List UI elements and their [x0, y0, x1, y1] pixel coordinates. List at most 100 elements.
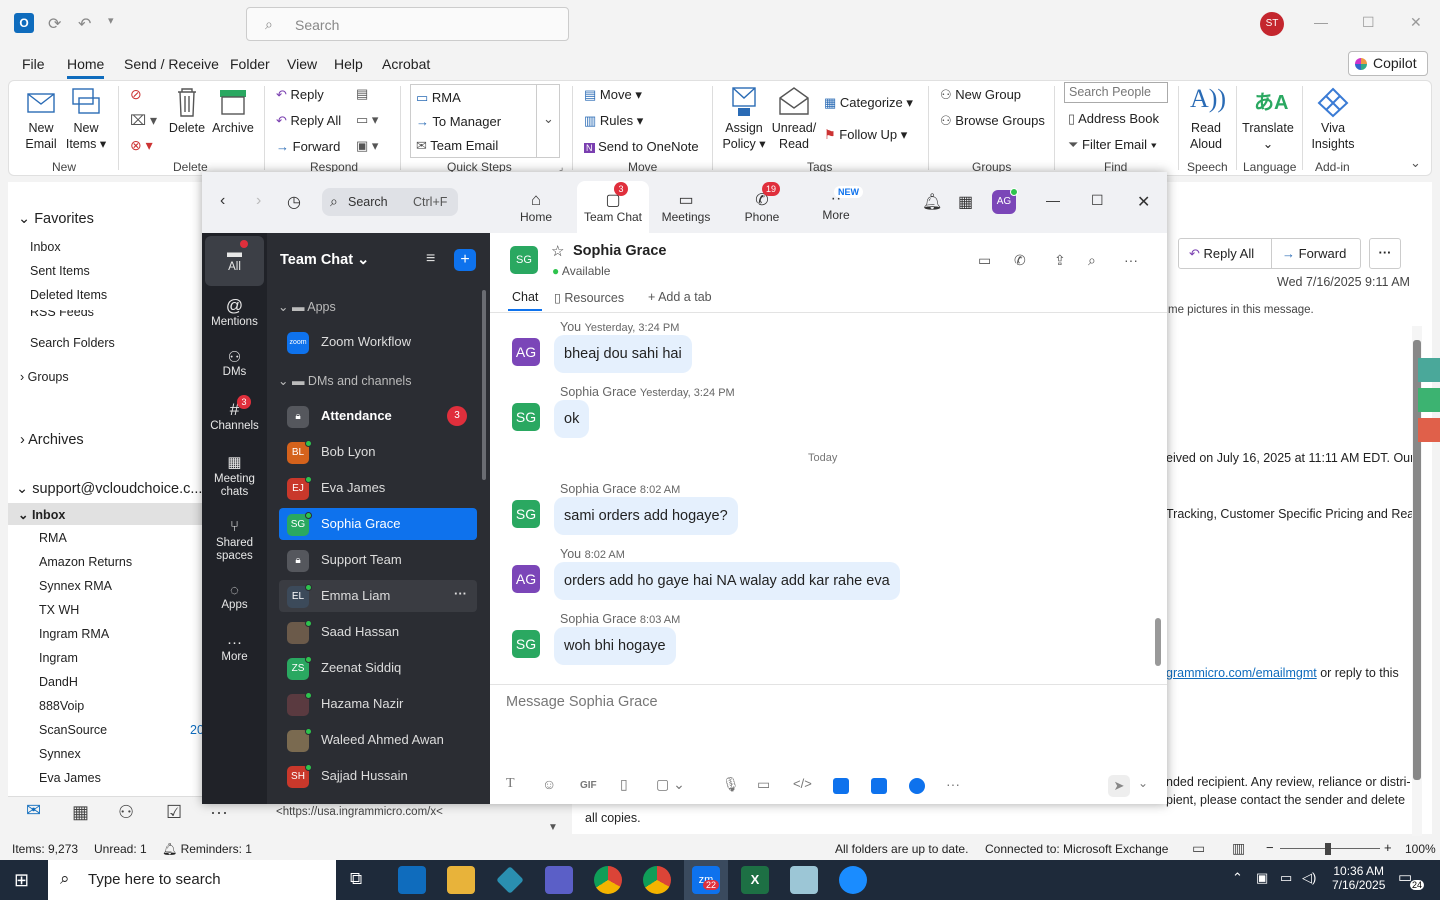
audio-message-icon[interactable]: 🎙︎ [722, 776, 740, 793]
channel-row[interactable]: EJ Eva James [279, 472, 477, 504]
menu-home[interactable]: Home [67, 56, 105, 79]
viva-insights-button[interactable]: Viva Insights [1306, 120, 1360, 152]
app-blue-1-icon[interactable] [833, 778, 849, 794]
unread-read-button[interactable]: Unread/Read [770, 120, 818, 152]
tab-meetings[interactable]: ▭ Meetings [660, 190, 712, 224]
ignore-icon[interactable]: ⊘ [130, 86, 142, 103]
file-icon[interactable]: ▯ [620, 776, 628, 793]
delete-button[interactable]: Delete [167, 120, 207, 136]
task-view-icon[interactable]: ⧉ [350, 869, 362, 889]
channel-row[interactable]: ZS Zeenat Siddiq [279, 652, 477, 684]
tray-app-icon[interactable]: ▣ [1256, 870, 1268, 886]
send-button[interactable]: ➤ [1108, 775, 1130, 797]
reading-reply-all-button[interactable]: ↶ Reply All [1178, 238, 1272, 269]
rules-button[interactable]: ▥ Rules ▾ [584, 113, 643, 129]
filter-lines-icon[interactable]: ≡ [426, 250, 435, 268]
subfolder-item[interactable]: DandH [39, 675, 78, 689]
filter-email-button[interactable]: ⏷ Filter Email ▾ [1068, 137, 1157, 153]
browse-groups-button[interactable]: ⚇ Browse Groups [940, 113, 1045, 129]
new-group-button[interactable]: ⚇ New Group [940, 87, 1021, 103]
send-options-icon[interactable]: ⌄ [1138, 776, 1148, 790]
app-blue-icon[interactable] [839, 866, 867, 894]
new-items-button[interactable]: New Items ▾ [64, 120, 108, 152]
archive-button[interactable]: Archive [211, 120, 255, 136]
im-reply-icon[interactable]: ▭ ▾ [356, 112, 378, 128]
back-icon[interactable]: ‹ [220, 192, 225, 210]
subfolder-item[interactable]: Synnex [39, 747, 81, 761]
excel-icon[interactable]: X [741, 866, 769, 894]
message-avatar[interactable]: SG [512, 500, 540, 528]
menu-help[interactable]: Help [334, 56, 363, 72]
sync-icon[interactable]: ⟳ [48, 14, 61, 34]
emoji-icon[interactable]: ☺ [542, 776, 556, 792]
nav-more[interactable]: ··· More [202, 634, 267, 663]
zoom-slider-thumb[interactable] [1325, 843, 1331, 855]
chrome-profile-icon[interactable] [643, 866, 671, 894]
zoom-search-box[interactable]: ⌕ Search Ctrl+F [322, 188, 458, 216]
audio-call-icon[interactable]: ✆ [1014, 252, 1026, 269]
message-avatar[interactable]: SG [512, 403, 540, 431]
file-explorer-icon[interactable] [447, 866, 475, 894]
mail-module-icon[interactable]: ✉ [26, 800, 50, 826]
zoom-in-button[interactable]: + [1384, 840, 1392, 855]
email-mgmt-link[interactable]: grammicro.com/emailmgmt [1166, 666, 1317, 680]
message-bubble[interactable]: orders add ho gaye hai NA walay add kar … [554, 562, 900, 600]
copilot-button[interactable]: Copilot ⌄ [1348, 51, 1428, 94]
channel-row[interactable]: EL Emma Liam ··· [279, 580, 477, 612]
section-apps[interactable]: ⌄ ▬ Apps [278, 299, 336, 314]
reading-more-button[interactable]: ··· [1369, 238, 1401, 269]
subfolder-item[interactable]: Ingram RMA [39, 627, 109, 641]
nav-all[interactable]: ▬ All [202, 244, 267, 273]
menu-send-receive[interactable]: Send / Receive [124, 56, 219, 72]
channel-row[interactable]: BL Bob Lyon [279, 436, 477, 468]
folder-groups[interactable]: › Groups [20, 370, 69, 384]
subfolder-item[interactable]: Ingram [39, 651, 78, 665]
move-button[interactable]: ▤ Move ▾ [584, 87, 642, 103]
maximize-button[interactable]: ☐ [1362, 14, 1375, 31]
zoom-minimize-button[interactable]: — [1046, 192, 1060, 208]
gif-icon[interactable]: GIF [580, 780, 597, 791]
chat-header-avatar[interactable]: SG [510, 246, 538, 274]
chrome-icon[interactable] [594, 866, 622, 894]
subfolder-item[interactable]: 888Voip [39, 699, 84, 713]
subfolder-item[interactable]: ScanSource [39, 723, 107, 737]
more-modules-icon[interactable]: ··· [210, 802, 228, 823]
tasks-module-icon[interactable]: ☑ [166, 802, 182, 823]
undo-icon[interactable]: ↶ [78, 14, 91, 34]
nav-channels[interactable]: # Channels [202, 400, 267, 432]
menu-folder[interactable]: Folder [230, 56, 270, 72]
scroll-down-arrow[interactable]: ▼ [548, 822, 558, 833]
video-message-icon[interactable]: ▭ [757, 776, 770, 793]
chat-scrollbar-thumb[interactable] [1155, 618, 1161, 666]
categorize-button[interactable]: ▦ Categorize ▾ [824, 95, 913, 111]
translate-button[interactable]: Translate ⌄ [1240, 120, 1296, 152]
tab-team-chat[interactable]: ▢ Team Chat [580, 190, 646, 224]
favorites-header[interactable]: ⌄ Favorites [18, 211, 94, 227]
message-bubble[interactable]: bheaj dou sahi hai [554, 335, 692, 373]
volume-icon[interactable]: ◁) [1302, 870, 1316, 886]
subfolder-item[interactable]: Synnex RMA [39, 579, 112, 593]
windows-start-icon[interactable]: ⊞ [14, 870, 29, 891]
calendar-icon[interactable]: ▦ [958, 192, 973, 212]
folder-deleted-items[interactable]: Deleted Items [30, 288, 107, 302]
menu-file[interactable]: File [22, 56, 45, 72]
app-blue-3-icon[interactable] [909, 778, 925, 794]
history-icon[interactable]: ◷ [287, 192, 301, 212]
normal-view-icon[interactable]: ▭ [1192, 840, 1205, 857]
user-avatar[interactable]: ST [1260, 12, 1284, 36]
share-screen-icon[interactable]: ⇪ [1054, 252, 1066, 269]
reading-view-icon[interactable]: ▥ [1232, 840, 1245, 857]
chat-search-icon[interactable]: ⌕ [1088, 252, 1096, 269]
assign-policy-button[interactable]: Assign Policy ▾ [720, 120, 768, 152]
folder-inbox[interactable]: ⌄ Inbox [18, 507, 65, 522]
more-respond-icon[interactable]: ▣ ▾ [356, 138, 378, 154]
chat-contact-name[interactable]: Sophia Grace [573, 243, 666, 259]
tab-chat[interactable]: Chat [512, 290, 538, 304]
menu-view[interactable]: View [287, 56, 317, 72]
code-snippet-icon[interactable]: </> [793, 776, 812, 791]
nav-apps[interactable]: ◌ Apps [202, 582, 267, 611]
folder-rss-feeds[interactable]: RSS Feeds [30, 310, 94, 320]
message-avatar[interactable]: SG [512, 630, 540, 658]
calendar-module-icon[interactable]: ▦ [72, 802, 89, 823]
forward-button[interactable]: → Forward [276, 139, 340, 154]
